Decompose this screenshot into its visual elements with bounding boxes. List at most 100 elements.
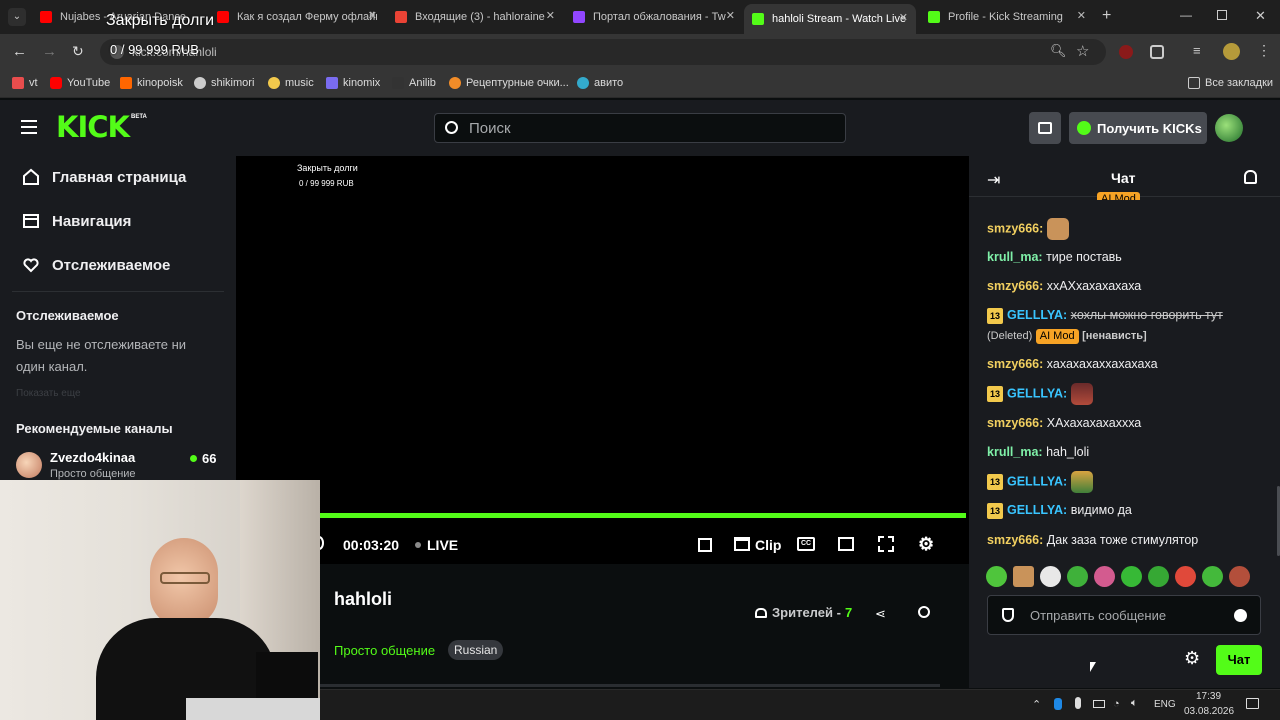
page-scroll-track[interactable] [320,684,940,687]
chat-input[interactable]: Отправить сообщение [987,595,1261,635]
browse-button[interactable] [1029,112,1061,144]
media-icon[interactable]: ≡ [1193,43,1201,58]
close-icon[interactable]: ✕ [726,9,735,22]
chat-username[interactable]: krull_ma: [987,250,1043,264]
emote-icon[interactable] [1148,566,1169,587]
bookmark-item[interactable]: kinopoisk [120,77,183,89]
browser-tab[interactable]: Как я создал Ферму офлайн ✕ [217,6,377,28]
channel-title[interactable]: hahloli [334,589,392,610]
battery-icon[interactable] [1093,700,1105,708]
stream-category-link[interactable]: Просто общение [334,643,435,658]
close-icon[interactable]: ✕ [1077,9,1086,22]
follow-user-icon[interactable] [918,606,930,618]
nav-home[interactable]: Главная страница [22,168,186,186]
emote-icon[interactable] [1040,566,1061,587]
bookmark-item[interactable]: shikimori [194,77,254,89]
emote-icon[interactable] [1094,566,1115,587]
star-icon[interactable]: ☆ [1076,42,1089,60]
zoom-icon[interactable]: 🔍︎ [1050,43,1067,59]
chat-send-button[interactable]: Чат [1216,645,1262,675]
recommended-channel[interactable]: Zvezdo4kinaa Просто общение 66 [16,448,220,480]
forward-button[interactable]: → [42,43,57,60]
collapse-chat-icon[interactable]: ⇥ [987,170,1000,190]
nav-browse[interactable]: Навигация [22,212,131,230]
close-icon[interactable]: ✕ [546,9,555,22]
minimize-button[interactable]: — [1180,8,1192,22]
search-input[interactable]: Поиск [434,113,846,143]
chat-username[interactable]: smzy666: [987,533,1043,547]
chat-username[interactable]: smzy666: [987,416,1043,430]
close-icon[interactable]: ✕ [368,9,377,22]
emoji-picker-icon[interactable] [1234,609,1247,622]
emote-icon[interactable] [1121,566,1142,587]
address-bar[interactable]: kick.com/hahloli 🔍︎ ☆ [100,39,1106,65]
clip-icon[interactable] [734,537,750,551]
language-tag[interactable]: Russian [448,640,504,660]
clock-date[interactable]: 03.08.2026 [1184,706,1234,717]
all-bookmarks-button[interactable]: Все закладки [1188,77,1273,89]
user-avatar[interactable] [1215,114,1243,142]
nav-following[interactable]: Отслеживаемое [22,256,170,274]
browser-tab-active[interactable]: hahloli Stream - Watch Live ✕ [744,4,916,34]
settings-gear-icon[interactable]: ⚙ [918,534,934,555]
shield-icon[interactable] [1002,608,1014,622]
menu-icon[interactable]: ⋮ [1257,42,1271,59]
miniplayer-icon[interactable] [838,537,854,551]
show-more-link[interactable]: Показать еще [16,388,81,399]
emote-icon[interactable] [1175,566,1196,587]
share-icon[interactable]: ⋖ [875,606,886,622]
chat-settings-gear-icon[interactable]: ⚙ [1184,648,1200,669]
chat-username[interactable]: GELLLYA: [1007,308,1067,322]
close-icon[interactable]: ✕ [899,11,908,24]
emote-icon[interactable] [1202,566,1223,587]
bookmark-item[interactable]: music [268,77,314,89]
new-tab-button[interactable]: + [1102,7,1111,25]
bookmark-item[interactable]: Рецептурные очки... [449,77,569,89]
get-kicks-button[interactable]: Получить KICKs [1069,112,1207,144]
maximize-button[interactable] [1217,10,1227,20]
emote-icon[interactable] [986,566,1007,587]
video-player[interactable]: Закрыть долги 0 / 99 999 RUB [236,156,969,564]
browser-tab[interactable]: Портал обжалования - Tw ✕ [573,6,735,28]
close-window-button[interactable]: ✕ [1255,8,1266,24]
browser-tab[interactable]: Profile - Kick Streaming ✕ [928,6,1086,28]
extensions-puzzle-icon[interactable] [1150,45,1164,59]
emote-icon[interactable] [1067,566,1088,587]
extension-icon[interactable] [1119,45,1133,59]
reload-button[interactable]: ↻ [72,43,84,60]
kick-logo[interactable]: KICK [56,110,130,144]
microphone-icon[interactable] [1075,697,1081,709]
keyboard-language[interactable]: ENG [1154,699,1176,710]
clock-time[interactable]: 17:39 [1196,691,1221,702]
chat-users-icon[interactable] [1244,170,1257,184]
browser-tab[interactable]: Входящие (3) - hahloraine ✕ [395,6,555,28]
chat-username[interactable]: GELLLYA: [1007,386,1067,400]
hamburger-menu-icon[interactable] [21,120,37,134]
bookmark-item[interactable]: vt [12,77,38,89]
bookmark-item[interactable]: YouTube [50,77,110,89]
chat-username[interactable]: GELLLYA: [1007,503,1067,517]
emote-icon[interactable] [1013,566,1034,587]
clip-button[interactable]: Clip [755,537,781,553]
back-button[interactable]: ← [12,43,27,60]
bookmark-item[interactable]: Anilib [392,77,436,89]
chat-username[interactable]: smzy666: [987,357,1043,371]
fullscreen-icon[interactable] [878,536,894,552]
wifi-icon[interactable]: ◔ [1113,698,1120,710]
notifications-icon[interactable] [1246,698,1259,709]
bluetooth-icon[interactable] [1054,698,1062,710]
chat-username[interactable]: GELLLYA: [1007,474,1067,488]
emote-icon[interactable] [1229,566,1250,587]
video-progress-bar[interactable] [320,513,966,518]
tray-chevron-icon[interactable]: ⌃ [1032,698,1041,711]
profile-avatar[interactable] [1223,43,1240,60]
captions-icon[interactable]: CC [797,537,815,551]
chat-username[interactable]: smzy666: [987,279,1043,293]
bookmark-item[interactable]: авито [577,77,623,89]
chat-username[interactable]: krull_ma: [987,445,1043,459]
volume-icon[interactable]: 🔈︎ [1131,697,1138,710]
tab-search-button[interactable]: ⌄ [8,8,26,26]
theater-mode-icon[interactable] [698,538,712,552]
chat-username[interactable]: smzy666: [987,221,1043,235]
bookmark-item[interactable]: kinomix [326,77,380,89]
